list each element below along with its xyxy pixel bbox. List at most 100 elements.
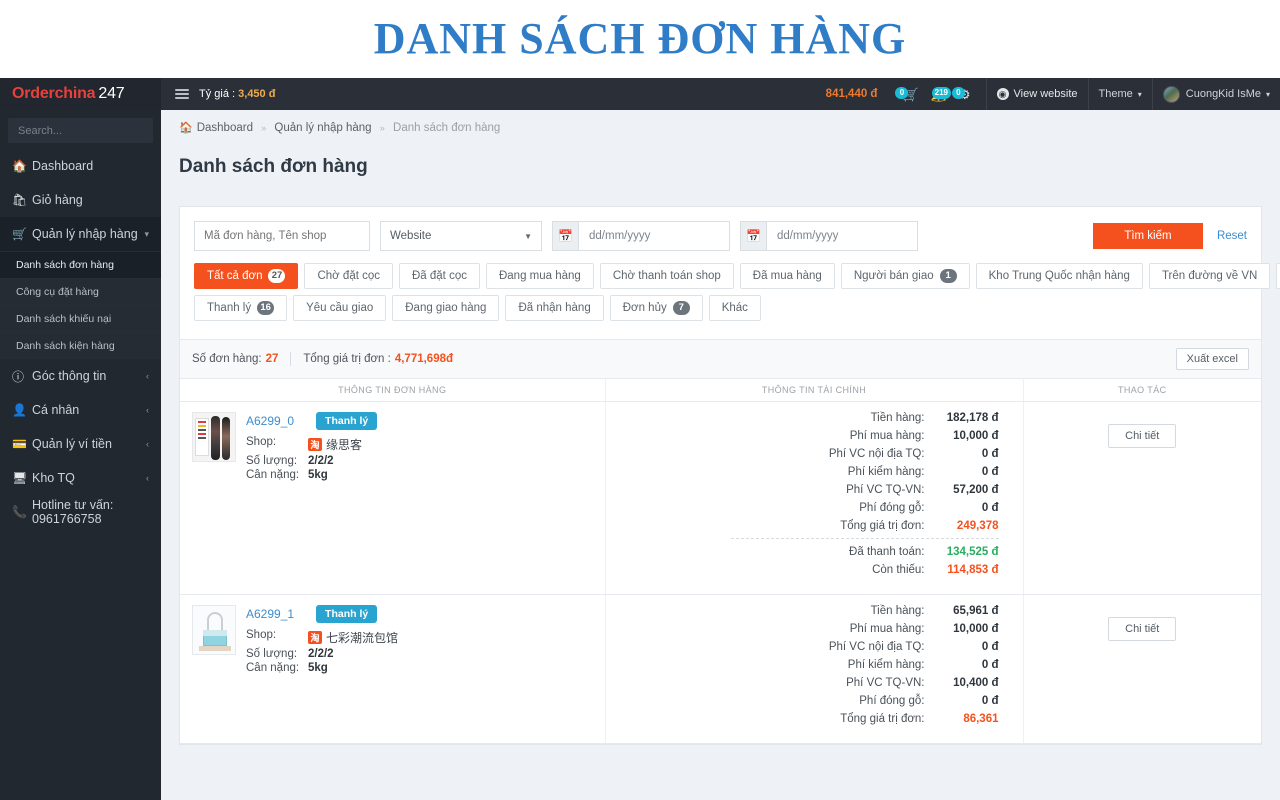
breadcrumb-dashboard[interactable]: Dashboard	[197, 122, 253, 134]
status-tab-waiting-shop-payment[interactable]: Chờ thanh toán shop	[599, 263, 734, 289]
status-tab-count: 16	[257, 301, 275, 315]
status-tab-delivery-request[interactable]: Yêu cầu giao	[293, 295, 387, 321]
sidebar-item-wallet[interactable]: 💳 Quản lý ví tiền ‹	[0, 427, 161, 461]
sidebar-item-warehouse-tq[interactable]: 🖥 Kho TQ ‹	[0, 461, 161, 495]
weight-value: 5kg	[308, 469, 328, 481]
status-tab-label: Chờ thanh toán shop	[612, 270, 721, 282]
domestic-ship-value: 0 đ	[981, 641, 999, 653]
search-input[interactable]	[16, 123, 161, 138]
sidebar-search[interactable]: 🔍	[8, 118, 161, 143]
status-tab-cn-warehouse-received[interactable]: Kho Trung Quốc nhận hàng	[975, 263, 1143, 289]
sidebar-item-import-management[interactable]: 🛒 Quản lý nhập hàng ▾	[0, 217, 161, 251]
breadcrumb-parent[interactable]: Quản lý nhập hàng	[274, 122, 371, 134]
keyword-input[interactable]	[194, 221, 370, 251]
chevron-left-icon: ‹	[146, 405, 149, 415]
status-tab-cancelled[interactable]: Đơn hủy 7	[609, 295, 703, 321]
status-tab-waiting-deposit[interactable]: Chờ đặt cọc	[304, 263, 393, 289]
total-label: Tổng giá trị đơn:	[840, 713, 925, 725]
breadcrumb-separator: »	[261, 123, 267, 133]
table-header-row: THÔNG TIN ĐƠN HÀNG THÔNG TIN TÀI CHÍNH T…	[180, 378, 1261, 402]
sidebar-item-label: Cá nhân	[32, 403, 80, 417]
quantity-value: 2/2/2	[308, 648, 334, 660]
detail-button[interactable]: Chi tiết	[1108, 617, 1177, 641]
chevron-left-icon: ‹	[146, 439, 149, 449]
status-tab-deposited[interactable]: Đã đặt cọc	[399, 263, 480, 289]
home-icon: 🏠	[12, 159, 27, 173]
calendar-icon[interactable]: 📅	[552, 221, 578, 251]
user-name: CuongKid IsMe	[1185, 88, 1261, 100]
detail-button[interactable]: Chi tiết	[1108, 424, 1177, 448]
order-code[interactable]: A6299_1	[246, 607, 294, 621]
export-excel-button[interactable]: Xuất excel	[1175, 348, 1249, 370]
shop-name: 七彩潮流包馆	[326, 631, 399, 645]
theme-menu[interactable]: Theme ▾	[1087, 78, 1152, 110]
notification-badge: 219	[931, 86, 952, 99]
status-tab-label: Kho Trung Quốc nhận hàng	[988, 270, 1130, 282]
shop-value: 淘 缘思客	[308, 436, 362, 453]
chevron-down-icon: ▾	[144, 228, 149, 239]
calendar-icon[interactable]: 📅	[740, 221, 766, 251]
date-from-field[interactable]: 📅 dd/mm/yyyy	[552, 221, 730, 251]
weight-label: Cân nặng:	[246, 662, 300, 674]
status-tab-other[interactable]: Khác	[708, 295, 761, 321]
status-tab-row-1: Tất cả đơn 27 Chờ đặt cọc Đã đặt cọc Đan…	[194, 263, 1280, 289]
main-content: 🏠 Dashboard » Quản lý nhập hàng » Danh sá…	[161, 110, 1280, 800]
chevron-left-icon: ‹	[146, 371, 149, 381]
status-tab-buying[interactable]: Đang mua hàng	[485, 263, 594, 289]
status-tab-all[interactable]: Tất cả đơn 27	[194, 263, 299, 289]
sidebar-item-dashboard[interactable]: 🏠 Dashboard	[0, 149, 161, 183]
status-tab-on-way-to-vn[interactable]: Trên đường về VN	[1148, 263, 1271, 289]
gear-icon[interactable]: 0 ⚙	[951, 86, 976, 101]
date-to-field[interactable]: 📅 dd/mm/yyyy	[740, 221, 918, 251]
search-button[interactable]: Tìm kiếm	[1092, 223, 1203, 249]
total-value-amount: 4,771,698đ	[394, 353, 454, 365]
status-tab-label: Trên đường về VN	[1161, 270, 1258, 282]
website-select[interactable]: Website ▼	[380, 221, 542, 251]
info-icon: ⓘ	[12, 369, 25, 384]
sidebar-item-label: Giỏ hàng	[32, 193, 83, 207]
sidebar-item-hotline[interactable]: 📞 Hotline tư vấn: 0961766758	[0, 495, 161, 529]
sidebar-subitem-label: Công cụ đặt hàng	[16, 286, 99, 298]
menu-toggle-icon[interactable]	[175, 89, 189, 99]
sidebar-item-cart[interactable]: 🛍 Giỏ hàng	[0, 183, 161, 217]
status-badge: Thanh lý	[316, 412, 378, 430]
notification-bell-icon[interactable]: 219 🔔	[926, 86, 952, 101]
account-balance: 841,440 đ	[825, 88, 878, 100]
status-tab-purchased[interactable]: Đã mua hàng	[739, 263, 835, 289]
chevron-left-icon: ‹	[146, 473, 149, 483]
sidebar-item-order-tool[interactable]: Công cụ đặt hàng	[0, 278, 161, 305]
sidebar-item-info-corner[interactable]: ⓘ Góc thông tin ‹	[0, 359, 161, 393]
sidebar-item-complaint-list[interactable]: Danh sách khiếu nại	[0, 305, 161, 332]
total-value-label: Tổng giá trị đơn :	[303, 353, 391, 365]
top-navbar: Orderchina 247 Tỷ giá : 3,450 đ 841,440 đ…	[0, 78, 1280, 110]
user-menu[interactable]: CuongKid IsMe ▾	[1151, 78, 1280, 110]
sidebar-item-order-list[interactable]: Danh sách đơn hàng	[0, 251, 161, 278]
sidebar-item-package-list[interactable]: Danh sách kiện hàng	[0, 332, 161, 359]
actions-cell: Chi tiết	[1023, 594, 1261, 744]
status-tab-seller-delivered[interactable]: Người bán giao 1	[840, 263, 970, 289]
financial-info-cell: Tiền hàng: 65,961 đ Phí mua hàng: 10,000 đ…	[605, 594, 1024, 744]
cart-icon[interactable]: 0 🛒	[895, 86, 923, 101]
status-tab-label: Đã đặt cọc	[412, 270, 467, 282]
brand-logo[interactable]: Orderchina 247	[0, 78, 161, 110]
status-tab-vn-warehouse[interactable]: Kho Việt Nam 3	[1276, 263, 1280, 289]
status-tab-row-2: Thanh lý 16 Yêu cầu giao Đang giao hàng …	[194, 295, 1247, 321]
due-value: 114,853 đ	[947, 564, 999, 576]
order-info-cell: A6299_1 Thanh lý Shop: 淘 七彩潮流包馆 Số lượng…	[180, 594, 606, 744]
product-thumbnail[interactable]	[192, 412, 236, 462]
sidebar-submenu: Danh sách đơn hàng Công cụ đặt hàng Danh…	[0, 251, 161, 359]
status-tab-received[interactable]: Đã nhận hàng	[505, 295, 604, 321]
status-tab-delivering[interactable]: Đang giao hàng	[392, 295, 500, 321]
order-code[interactable]: A6299_0	[246, 414, 294, 428]
view-website-link[interactable]: ◉ View website	[985, 78, 1088, 110]
product-thumbnail[interactable]	[192, 605, 236, 655]
paid-label: Đã thanh toán:	[849, 546, 925, 558]
theme-label: Theme	[1098, 88, 1133, 100]
reset-link[interactable]: Reset	[1217, 230, 1247, 242]
status-tab-liquidation[interactable]: Thanh lý 16	[194, 295, 288, 321]
date-to-input[interactable]: dd/mm/yyyy	[766, 221, 918, 251]
cart-badge: 0	[895, 86, 909, 99]
date-from-input[interactable]: dd/mm/yyyy	[578, 221, 730, 251]
total-value: 249,378	[956, 520, 999, 532]
sidebar-item-personal[interactable]: 👤 Cá nhân ‹	[0, 393, 161, 427]
